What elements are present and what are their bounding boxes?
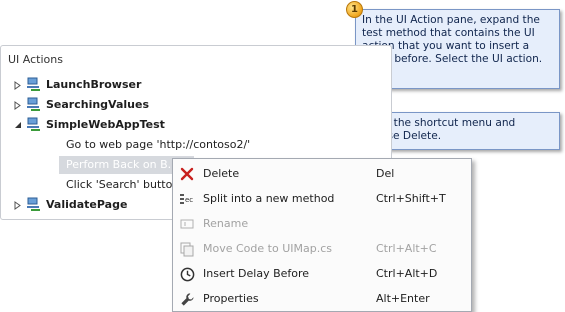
- menu-item-label: Split into a new method: [203, 192, 335, 205]
- menu-item-shortcut: Del: [376, 167, 395, 180]
- delete-x-icon: [179, 166, 195, 182]
- menu-item-label: Delete: [203, 167, 240, 180]
- test-method-icon: [26, 117, 42, 133]
- expand-arrow-icon[interactable]: [13, 100, 22, 110]
- menu-item-move-code[interactable]: Move Code to UIMap.cs Ctrl+Alt+C: [173, 237, 471, 261]
- tree-node-simplewebapptest[interactable]: SimpleWebAppTest: [1, 116, 201, 134]
- move-code-icon: [179, 241, 195, 257]
- menu-item-shortcut: Alt+Enter: [376, 292, 430, 305]
- tree-node-label: SearchingValues: [46, 98, 150, 111]
- tree-node-label: ValidatePage: [46, 198, 128, 211]
- svg-text:ec: ec: [185, 196, 193, 204]
- tree-node-label: LaunchBrowser: [46, 78, 142, 91]
- tree-node-launchbrowser[interactable]: LaunchBrowser: [1, 76, 201, 94]
- expand-arrow-icon[interactable]: [13, 80, 22, 90]
- menu-item-rename[interactable]: Rename: [173, 212, 471, 236]
- tree-node-label: SimpleWebAppTest: [46, 118, 165, 131]
- menu-item-properties[interactable]: Properties Alt+Enter: [173, 287, 471, 311]
- menu-item-label: Properties: [203, 292, 259, 305]
- menu-item-label: Insert Delay Before: [203, 267, 310, 280]
- split-method-icon: ec: [179, 191, 195, 207]
- menu-item-split-into-new-method[interactable]: ec Split into a new method Ctrl+Shift+T: [173, 187, 471, 211]
- test-method-icon: [26, 77, 42, 93]
- menu-item-delete[interactable]: Delete Del: [173, 162, 471, 186]
- wrench-icon: [179, 291, 195, 307]
- panel-title: UI Actions: [8, 53, 63, 66]
- tree-node-searchingvalues[interactable]: SearchingValues: [1, 96, 201, 114]
- expand-arrow-icon[interactable]: [13, 200, 22, 210]
- tree-node-validatepage[interactable]: ValidatePage: [1, 196, 201, 214]
- menu-item-shortcut: Ctrl+Alt+D: [376, 267, 438, 280]
- test-method-icon: [26, 197, 42, 213]
- context-menu: Delete Del ec Split into a new method Ct…: [172, 158, 472, 312]
- rename-icon: [179, 216, 195, 232]
- test-method-icon: [26, 97, 42, 113]
- menu-item-insert-delay-before[interactable]: Insert Delay Before Ctrl+Alt+D: [173, 262, 471, 286]
- collapse-arrow-icon[interactable]: [13, 121, 22, 130]
- menu-item-shortcut: Ctrl+Shift+T: [376, 192, 446, 205]
- menu-item-label: Move Code to UIMap.cs: [203, 242, 332, 255]
- ui-action-click-search[interactable]: Click 'Search' butto...: [59, 176, 190, 194]
- step-1-badge: 1: [346, 1, 363, 18]
- menu-item-label: Rename: [203, 217, 249, 230]
- clock-icon: [179, 266, 195, 282]
- ui-action-go-to-web-page[interactable]: Go to web page 'http://contoso2/': [59, 136, 257, 154]
- menu-item-shortcut: Ctrl+Alt+C: [376, 242, 437, 255]
